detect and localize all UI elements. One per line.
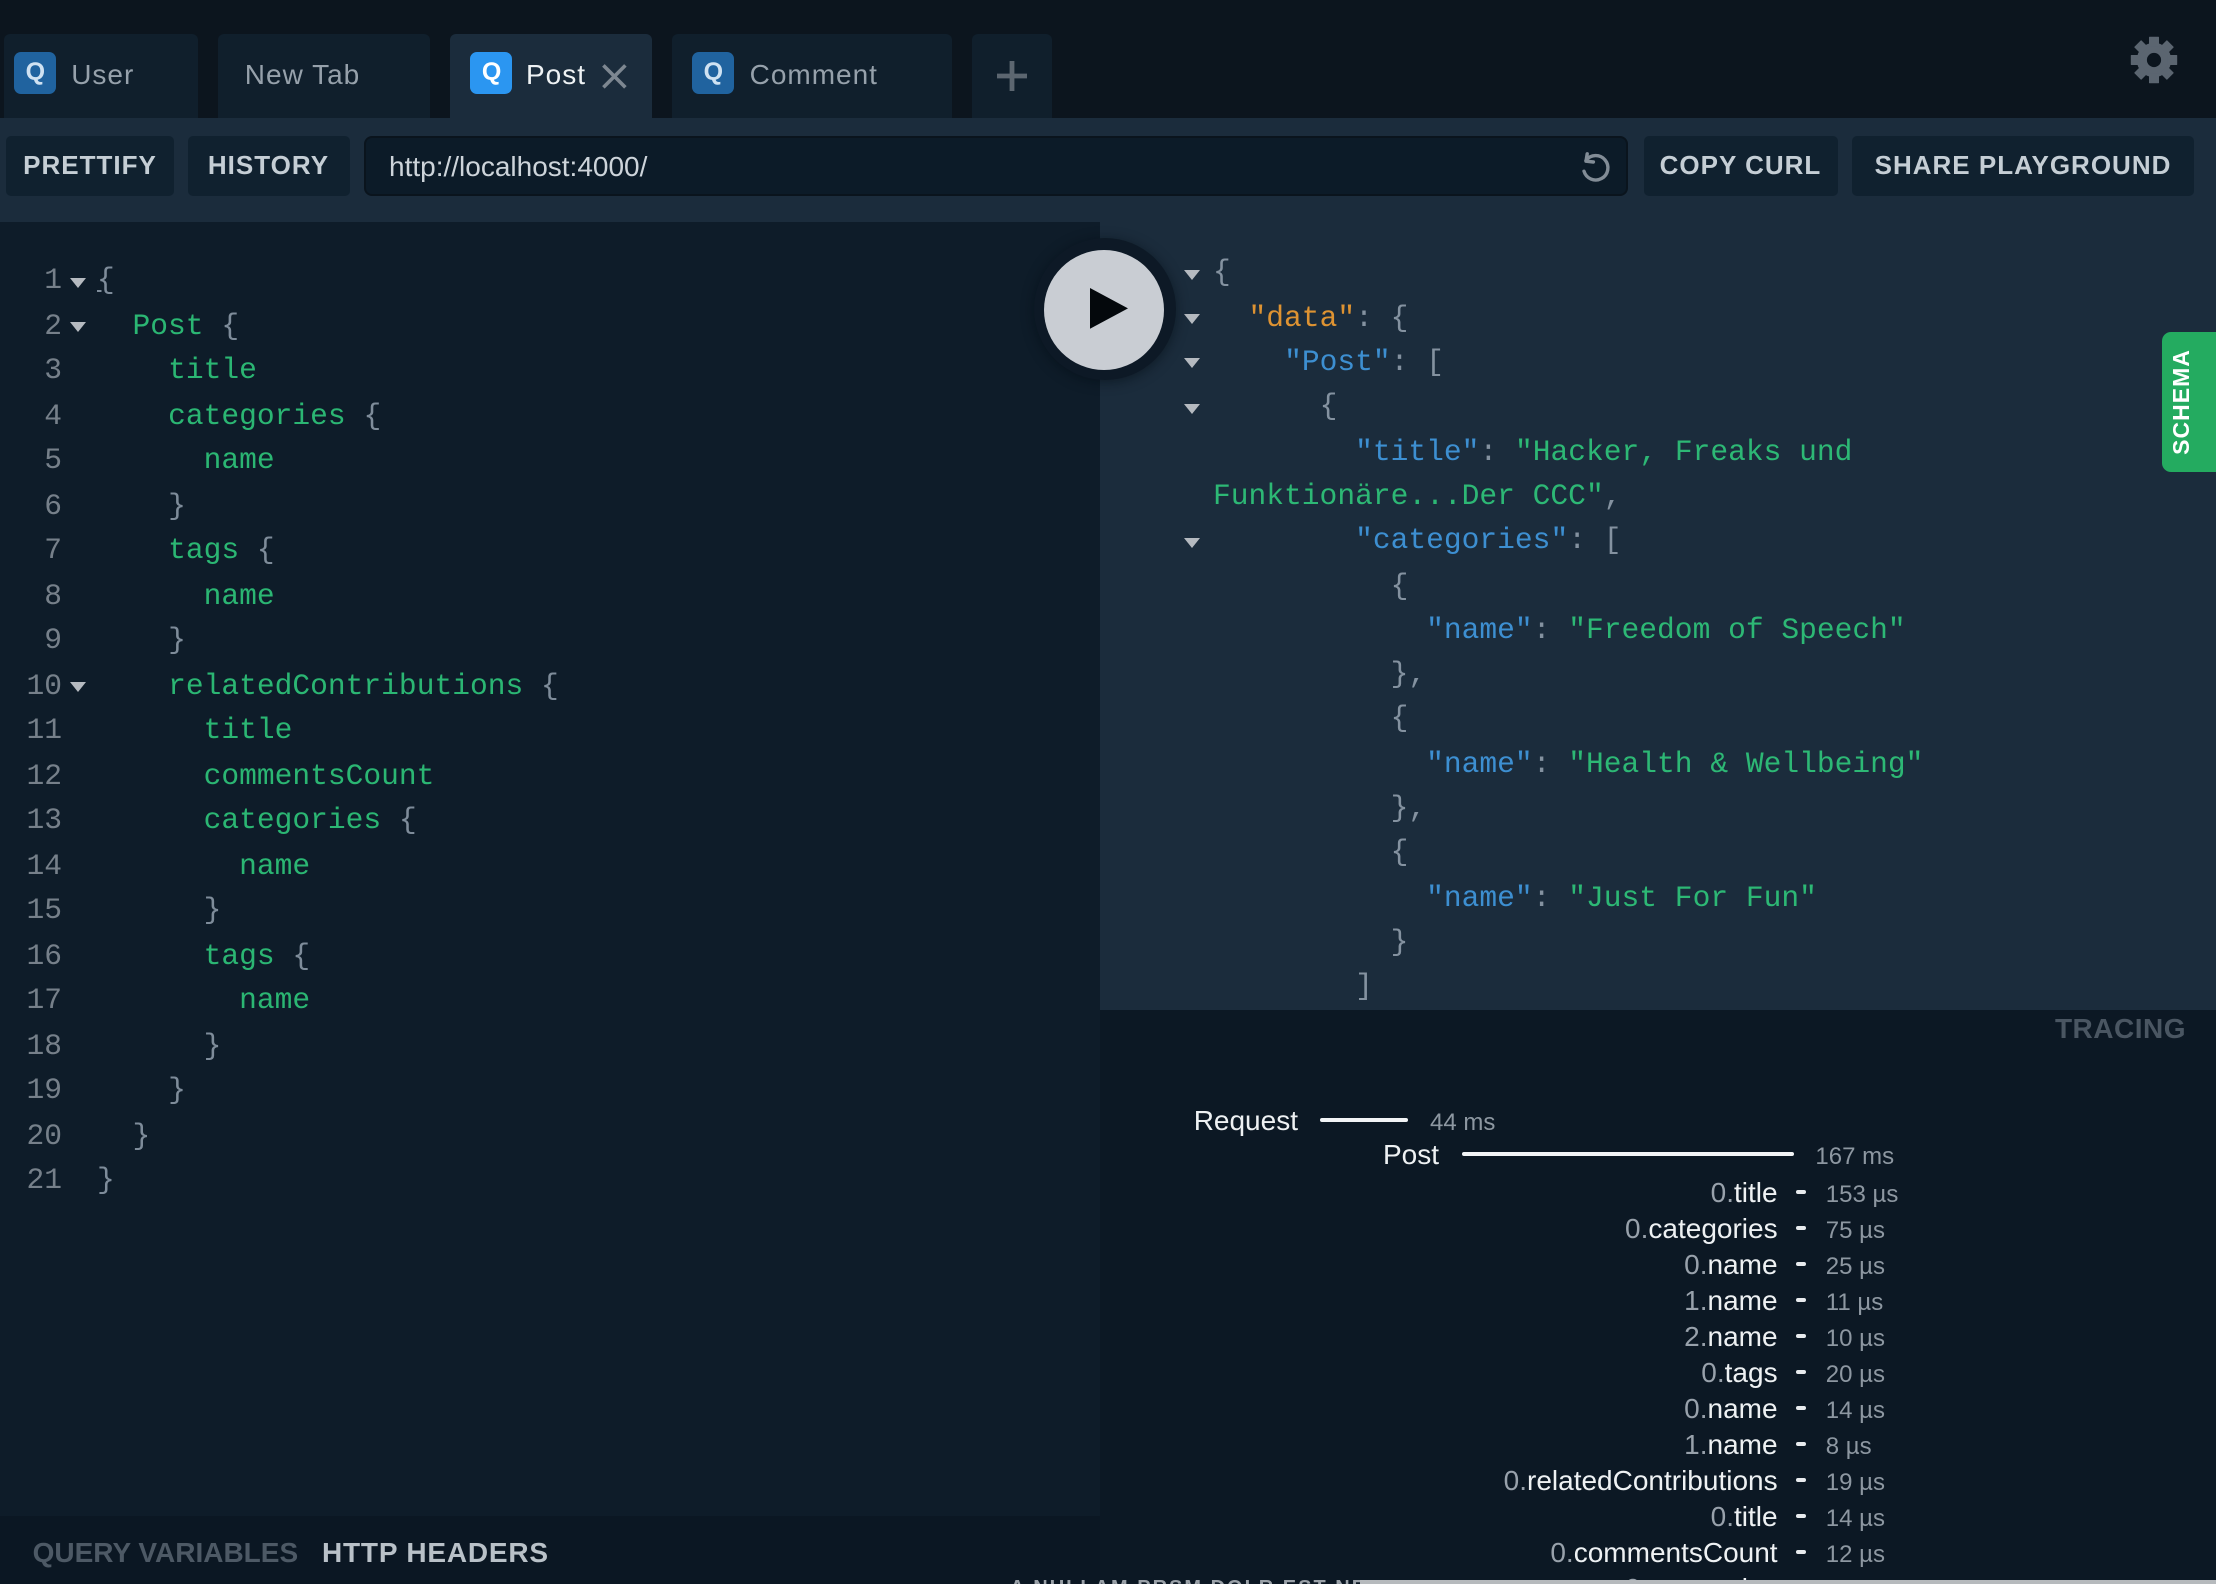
- svg-text:SCHEMA: SCHEMA: [2167, 348, 2193, 454]
